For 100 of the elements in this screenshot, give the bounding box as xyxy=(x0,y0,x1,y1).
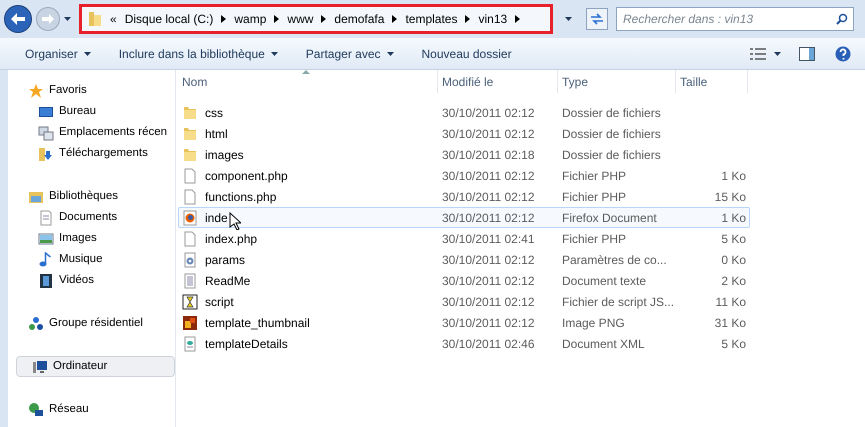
file-icon xyxy=(182,168,198,184)
chevron-icon[interactable] xyxy=(465,15,470,23)
sidebar-item[interactable]: Musique xyxy=(8,249,175,270)
forward-arrow-icon xyxy=(42,14,54,24)
file-row[interactable]: images 30/10/2011 02:18 Dossier de fichiers xyxy=(178,144,750,165)
file-name: functions.php xyxy=(205,188,276,206)
file-row[interactable]: templateDetails 30/10/2011 02:46 Document XML 5 Ko xyxy=(178,333,750,354)
file-row[interactable]: template_thumbnail 30/10/2011 02:12 Image PNG 31 Ko xyxy=(178,312,750,333)
breadcrumb[interactable]: vin13 xyxy=(478,10,508,28)
file-type: Dossier de fichiers xyxy=(561,146,662,164)
sidebar-item[interactable]: Favoris xyxy=(8,80,175,101)
chevron-icon[interactable] xyxy=(221,15,226,23)
preview-pane-button[interactable] xyxy=(799,46,815,60)
sidebar-item[interactable]: Réseau xyxy=(8,399,175,420)
film-icon xyxy=(38,272,54,288)
sidebar-item[interactable]: Bibliothèques xyxy=(8,186,175,207)
refresh-button[interactable] xyxy=(586,8,608,30)
file-row[interactable]: script 30/10/2011 02:12 Fichier de script JS... 11 Ko xyxy=(178,291,750,312)
file-name: component.php xyxy=(205,168,288,184)
modified-date: 30/10/2011 02:12 xyxy=(441,252,536,268)
file-name: images xyxy=(205,146,244,164)
back-button[interactable] xyxy=(4,5,32,33)
breadcrumb[interactable]: www xyxy=(287,10,314,28)
toolbar-button[interactable]: Nouveau dossier xyxy=(412,42,521,66)
modified-date: 30/10/2011 02:12 xyxy=(441,210,536,226)
file-row[interactable]: inde 30/10/2011 02:12 Firefox Document 1 Ko xyxy=(178,207,750,228)
image-icon xyxy=(38,230,54,246)
overflow-chevron[interactable]: « xyxy=(110,10,117,28)
back-arrow-icon xyxy=(11,13,25,25)
caret-icon xyxy=(64,17,71,21)
modified-date: 30/10/2011 02:46 xyxy=(441,336,536,352)
file-row[interactable]: ReadMe 30/10/2011 02:12 Document texte 2 Ko xyxy=(178,270,750,291)
sidebar-item[interactable]: Téléchargements xyxy=(8,143,175,164)
view-options-button[interactable] xyxy=(750,48,781,60)
star-icon xyxy=(28,82,44,98)
folder-icon xyxy=(182,146,198,162)
sidebar-item[interactable]: Ordinateur xyxy=(16,356,175,377)
script-icon xyxy=(182,294,198,310)
sidebar-item[interactable]: Vidéos xyxy=(8,270,175,291)
file-size: 2 Ko xyxy=(721,272,746,290)
text-file-icon xyxy=(182,272,198,288)
address-bar[interactable]: « Disque local (C:) wamp www demofafa templates vin13 xyxy=(79,4,553,34)
file-size: 15 Ko xyxy=(714,188,746,206)
pane-icon xyxy=(799,46,815,60)
file-row[interactable]: html 30/10/2011 02:12 Dossier de fichiers xyxy=(178,123,750,144)
file-size: 1 Ko xyxy=(721,210,746,226)
folder-icon xyxy=(182,104,198,120)
sidebar-item[interactable]: Groupe résidentiel xyxy=(8,313,175,334)
folder-icon xyxy=(88,11,102,27)
modified-date: 30/10/2011 02:12 xyxy=(441,126,536,142)
sidebar-item[interactable]: Emplacements récen xyxy=(8,122,175,143)
file-type: Dossier de fichiers xyxy=(561,104,662,122)
toolbar-button[interactable]: Organiser xyxy=(16,42,100,66)
file-icon xyxy=(182,230,198,246)
column-header[interactable]: Modifié le xyxy=(438,70,558,93)
toolbar-button[interactable]: Inclure dans la bibliothèque xyxy=(110,42,287,66)
column-header[interactable]: Taille xyxy=(676,70,748,93)
file-size: 5 Ko xyxy=(721,230,746,248)
file-type: Image PNG xyxy=(561,314,626,332)
file-row[interactable]: params 30/10/2011 02:12 Paramètres de co... 0 Ko xyxy=(178,249,750,270)
file-type: Paramètres de co... xyxy=(561,252,668,268)
breadcrumb[interactable]: templates xyxy=(405,10,458,28)
caret-icon xyxy=(565,17,572,21)
file-type: Fichier PHP xyxy=(561,188,628,206)
help-button[interactable] xyxy=(835,46,851,62)
file-type: Firefox Document xyxy=(561,210,658,226)
file-row[interactable]: css 30/10/2011 02:12 Dossier de fichiers xyxy=(178,102,750,123)
file-row[interactable]: functions.php 30/10/2011 02:12 Fichier PHP 15 Ko xyxy=(178,186,750,207)
chevron-icon[interactable] xyxy=(274,15,280,23)
cursor-icon xyxy=(228,212,241,230)
file-name: template_thumbnail xyxy=(205,314,310,332)
modified-date: 30/10/2011 02:18 xyxy=(441,146,536,164)
file-name: ReadMe xyxy=(205,272,250,290)
sort-arrow-icon xyxy=(302,70,310,74)
file-size: 0 Ko xyxy=(721,252,746,268)
file-type: Fichier PHP xyxy=(561,230,628,248)
sidebar-item[interactable]: Bureau xyxy=(8,101,175,122)
modified-date: 30/10/2011 02:41 xyxy=(441,230,536,248)
help-icon xyxy=(835,46,851,62)
chevron-icon[interactable] xyxy=(515,15,520,23)
sidebar-item[interactable]: Images xyxy=(8,228,175,249)
breadcrumb[interactable]: demofafa xyxy=(334,10,384,28)
column-header[interactable]: Type xyxy=(558,70,676,93)
file-name: inde xyxy=(205,210,228,226)
file-row[interactable]: component.php 30/10/2011 02:12 Fichier PHP 1 Ko xyxy=(178,165,750,186)
search-icon xyxy=(836,13,848,25)
breadcrumb[interactable]: Disque local (C:) xyxy=(124,10,214,28)
chevron-icon[interactable] xyxy=(321,15,326,23)
modified-date: 30/10/2011 02:12 xyxy=(441,104,536,122)
file-type: Dossier de fichiers xyxy=(561,126,662,142)
chevron-icon[interactable] xyxy=(392,15,398,23)
sidebar-item[interactable]: Documents xyxy=(8,207,175,228)
toolbar-button[interactable]: Partager avec xyxy=(296,42,403,66)
network-icon xyxy=(28,402,44,418)
search-field[interactable]: Rechercher dans : vin13 xyxy=(616,7,854,31)
breadcrumb[interactable]: wamp xyxy=(234,10,266,28)
file-type: Document XML xyxy=(561,336,646,352)
file-row[interactable]: index.php 30/10/2011 02:41 Fichier PHP 5 Ko xyxy=(178,228,750,249)
homegroup-icon xyxy=(28,316,44,332)
file-type: Document texte xyxy=(561,272,648,290)
